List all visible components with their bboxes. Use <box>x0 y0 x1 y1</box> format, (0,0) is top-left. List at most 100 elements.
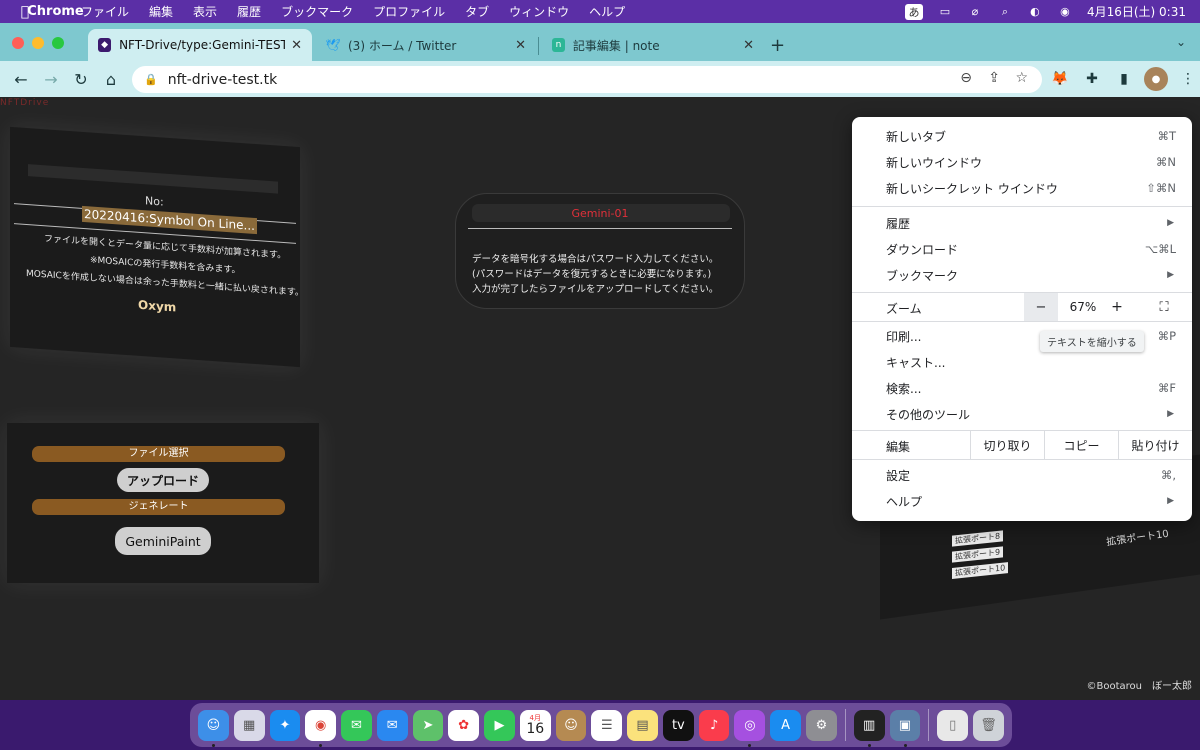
apple-tv-icon[interactable]: tv <box>662 709 694 741</box>
menu-bookmarks[interactable]: ブックマーク ▶ <box>852 262 1192 288</box>
cut-button[interactable]: 切り取り <box>970 431 1044 459</box>
menubar-tab[interactable]: タブ <box>455 3 499 20</box>
close-tab-icon[interactable]: ✕ <box>743 38 754 53</box>
menubar-bookmarks[interactable]: ブックマーク <box>271 3 363 20</box>
file-select-button[interactable]: ファイル選択 <box>32 446 285 462</box>
copy-button[interactable]: コピー <box>1044 431 1118 459</box>
lock-icon[interactable]: 🔒 <box>144 73 158 86</box>
chrome-icon[interactable]: ◉ <box>305 709 337 747</box>
chrome-menu-kebab-icon[interactable]: ⋮ <box>1176 67 1200 91</box>
menu-settings[interactable]: 設定 ⌘, <box>852 462 1192 488</box>
menu-shortcut: ⌘F <box>1157 381 1176 395</box>
reminders-icon[interactable]: ☰ <box>591 709 623 741</box>
side-panel-icon[interactable]: ▮ <box>1112 67 1136 91</box>
menu-help[interactable]: ヘルプ ▶ <box>852 488 1192 514</box>
zoom-out-button[interactable]: − <box>1024 293 1058 321</box>
menubar-edit[interactable]: 編集 <box>139 3 183 20</box>
spotlight-search-icon[interactable]: ⌕ <box>997 5 1013 19</box>
instruction-line-1: データを暗号化する場合はパスワード入力してください。 <box>472 254 719 265</box>
fullscreen-icon[interactable]: ⛶ <box>1152 293 1176 321</box>
messages-icon[interactable]: ✉ <box>341 709 372 741</box>
contacts-icon[interactable]: ☺ <box>555 709 587 741</box>
minimize-window-button[interactable] <box>32 37 44 49</box>
music-icon[interactable]: ♪ <box>698 709 730 741</box>
chrome-window: ◆ NFT-Drive/type:Gemini-TEST_ ✕ 🕊 (3) ホー… <box>0 23 1200 700</box>
submenu-arrow-icon: ▶ <box>1167 409 1174 419</box>
share-icon[interactable]: ⇪ <box>988 70 1000 86</box>
menubar-clock[interactable]: 4月16日(土) 0:31 <box>1087 3 1186 20</box>
menu-new-tab[interactable]: 新しいタブ ⌘T <box>852 123 1192 149</box>
control-center-icon[interactable]: ◐ <box>1027 5 1043 19</box>
menubar-help[interactable]: ヘルプ <box>579 3 635 20</box>
extensions-puzzle-icon[interactable]: ✚ <box>1080 67 1104 91</box>
menubar-profiles[interactable]: プロファイル <box>363 3 455 20</box>
mail-icon[interactable]: ✉ <box>376 709 408 741</box>
zoom-window-button[interactable] <box>52 37 64 49</box>
document-icon[interactable]: ▯ <box>937 709 969 741</box>
tab-title: 記事編集 | note <box>572 38 660 53</box>
menu-new-window[interactable]: 新しいウインドウ ⌘N <box>852 149 1192 175</box>
address-bar[interactable]: 🔒 nft-drive-test.tk ⊖ ⇪ ☆ <box>132 66 1042 93</box>
home-icon[interactable]: ⌂ <box>96 65 126 93</box>
bookmark-star-icon[interactable]: ☆ <box>1015 70 1028 86</box>
close-window-button[interactable] <box>12 37 24 49</box>
tab-title: (3) ホーム / Twitter <box>348 38 457 53</box>
zoom-indicator-icon[interactable]: ⊖ <box>960 70 972 86</box>
gemini-paint-button[interactable]: GeminiPaint <box>115 527 211 555</box>
menu-find[interactable]: 検索... ⌘F <box>852 375 1192 401</box>
menu-new-incognito-window[interactable]: 新しいシークレット ウインドウ ⇧⌘N <box>852 175 1192 201</box>
menu-cast[interactable]: キャスト... <box>852 349 1192 375</box>
siri-icon[interactable]: ◉ <box>1057 5 1073 19</box>
paste-button[interactable]: 貼り付け <box>1118 431 1192 459</box>
generate-button[interactable]: ジェネレート <box>32 499 285 515</box>
dock-separator <box>844 709 846 741</box>
tab-search-chevron-icon[interactable]: ⌄ <box>1176 35 1186 49</box>
fee-note-1: ファイルを開くとデータ量に応じて手数料が加算されます。 <box>44 234 287 262</box>
menu-shortcut: ⌘, <box>1160 468 1176 482</box>
photos-icon[interactable]: ✿ <box>448 709 480 741</box>
zoom-level: 67% <box>1069 300 1097 314</box>
wifi-off-icon[interactable]: ⌀ <box>967 5 983 19</box>
new-tab-button[interactable]: + <box>770 35 785 56</box>
launchpad-icon[interactable]: ▦ <box>233 709 265 741</box>
calendar-icon[interactable]: 4月 16 <box>519 709 551 741</box>
notes-icon[interactable]: ▤ <box>627 709 658 741</box>
menu-more-tools[interactable]: その他のツール ▶ <box>852 401 1192 427</box>
battery-icon[interactable]: ▭ <box>937 5 953 19</box>
tab-strip: ◆ NFT-Drive/type:Gemini-TEST_ ✕ 🕊 (3) ホー… <box>0 23 1200 61</box>
macos-menubar:  Chrome ファイル 編集 表示 履歴 ブックマーク プロファイル タブ … <box>0 0 1200 23</box>
trash-icon[interactable]: 🗑 <box>973 709 1004 741</box>
close-tab-icon[interactable]: ✕ <box>291 38 302 53</box>
piano-app-icon[interactable]: ▥ <box>853 709 885 747</box>
finder-icon[interactable]: ☺ <box>198 709 229 747</box>
input-method-icon[interactable]: あ <box>904 3 923 20</box>
forward-arrow-icon[interactable]: → <box>36 65 66 93</box>
reload-icon[interactable]: ↻ <box>66 65 96 93</box>
system-preferences-icon[interactable]: ⚙ <box>806 709 837 741</box>
menubar-window[interactable]: ウィンドウ <box>499 3 579 20</box>
menu-label: 新しいウインドウ <box>886 155 983 170</box>
menubar-history[interactable]: 履歴 <box>227 3 271 20</box>
tab-nft-drive[interactable]: ◆ NFT-Drive/type:Gemini-TEST_ ✕ <box>88 29 312 61</box>
preview-icon[interactable]: ▣ <box>889 709 921 747</box>
menu-downloads[interactable]: ダウンロード ⌥⌘L <box>852 236 1192 262</box>
app-store-icon[interactable]: A <box>770 709 802 741</box>
metamask-extension-icon[interactable]: 🦊 <box>1048 67 1072 91</box>
tab-note[interactable]: n 記事編集 | note ✕ <box>542 29 764 61</box>
window-controls <box>12 37 64 49</box>
close-tab-icon[interactable]: ✕ <box>515 38 526 53</box>
upload-button[interactable]: アップロード <box>117 468 209 492</box>
safari-icon[interactable]: ✦ <box>269 709 301 741</box>
url-text: nft-drive-test.tk <box>167 71 278 88</box>
zoom-in-button[interactable]: + <box>1106 293 1128 321</box>
maps-icon[interactable]: ➤ <box>412 709 444 741</box>
back-arrow-icon[interactable]: ← <box>6 65 36 93</box>
profile-avatar[interactable]: ● <box>1144 67 1168 91</box>
menu-history[interactable]: 履歴 ▶ <box>852 210 1192 236</box>
tab-twitter[interactable]: 🕊 (3) ホーム / Twitter ✕ <box>316 29 536 61</box>
menubar-view[interactable]: 表示 <box>183 3 227 20</box>
facetime-icon[interactable]: ▶ <box>484 709 515 741</box>
podcasts-icon[interactable]: ◎ <box>734 709 766 747</box>
blurred-header <box>28 164 278 194</box>
menu-label: 履歴 <box>886 216 911 231</box>
